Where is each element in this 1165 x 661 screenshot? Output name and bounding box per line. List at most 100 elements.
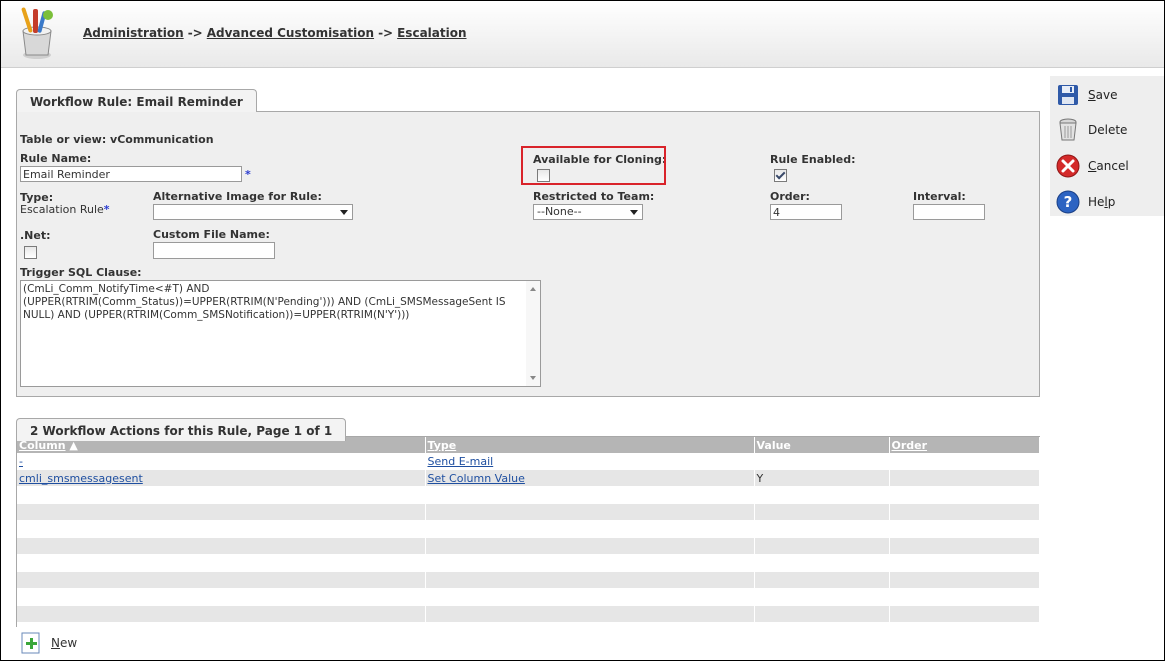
save-disk-icon bbox=[1056, 83, 1080, 107]
save-button[interactable]: Save bbox=[1056, 82, 1117, 108]
cell-column-link[interactable]: - bbox=[19, 455, 23, 468]
restricted-team-label: Restricted to Team: bbox=[533, 190, 655, 203]
app-window: Administration -> Advanced Customisation ->… bbox=[0, 0, 1165, 661]
breadcrumb-administration[interactable]: Administration bbox=[83, 26, 184, 40]
breadcrumb-advanced-customisation[interactable]: Advanced Customisation bbox=[207, 26, 374, 40]
new-plus-icon bbox=[20, 632, 42, 654]
page-header: Administration -> Advanced Customisation ->… bbox=[1, 1, 1164, 68]
cell-order bbox=[889, 520, 1040, 538]
cell-value bbox=[754, 453, 890, 470]
cell-value bbox=[754, 486, 890, 504]
cell-column bbox=[17, 520, 426, 538]
cell-value bbox=[754, 605, 890, 623]
dotnet-checkbox[interactable] bbox=[24, 246, 37, 259]
cell-value bbox=[754, 503, 890, 521]
cell-value bbox=[754, 520, 890, 538]
cell-type bbox=[425, 605, 755, 623]
custom-file-input[interactable] bbox=[153, 242, 275, 259]
help-label: Help bbox=[1088, 195, 1116, 209]
cell-order bbox=[889, 486, 1040, 504]
trigger-sql-label: Trigger SQL Clause: bbox=[20, 266, 142, 279]
cell-value bbox=[754, 588, 890, 606]
alt-image-label: Alternative Image for Rule: bbox=[153, 190, 322, 203]
cell-type-link[interactable]: Send E-mail bbox=[428, 455, 494, 468]
cell-column bbox=[17, 486, 426, 504]
toolbox-icon bbox=[11, 5, 63, 61]
cancel-label: Cancel bbox=[1088, 159, 1129, 173]
breadcrumb-separator: -> bbox=[378, 26, 394, 40]
order-label: Order: bbox=[770, 190, 810, 203]
cancel-button[interactable]: Cancel bbox=[1056, 153, 1129, 179]
cell-type-link[interactable]: Set Column Value bbox=[428, 472, 525, 485]
cell-column-link[interactable]: cmli_smsmessagesent bbox=[19, 472, 143, 485]
delete-label: Delete bbox=[1088, 123, 1128, 137]
cell-type bbox=[425, 588, 755, 606]
order-input[interactable]: 4 bbox=[770, 204, 842, 220]
interval-label: Interval: bbox=[913, 190, 966, 203]
cell-type: Send E-mail bbox=[425, 453, 755, 470]
cell-column bbox=[17, 571, 426, 589]
table-row bbox=[17, 503, 1040, 521]
help-button[interactable]: ? Help bbox=[1056, 189, 1115, 215]
required-mark: * bbox=[103, 203, 110, 216]
interval-input[interactable] bbox=[913, 204, 985, 220]
breadcrumb-escalation[interactable]: Escalation bbox=[397, 26, 466, 40]
restricted-team-select[interactable]: --None-- bbox=[533, 204, 643, 220]
scroll-down-icon[interactable] bbox=[530, 376, 536, 380]
cell-column bbox=[17, 605, 426, 623]
cell-column bbox=[17, 537, 426, 555]
table-row bbox=[17, 486, 1040, 504]
cell-value bbox=[754, 554, 890, 572]
column-header-order[interactable]: Order bbox=[889, 437, 1040, 453]
cell-type bbox=[425, 571, 755, 589]
chevron-down-icon bbox=[340, 210, 348, 215]
highlight-box bbox=[521, 146, 666, 185]
rule-enabled-checkbox[interactable] bbox=[774, 169, 787, 182]
table-row bbox=[17, 537, 1040, 555]
table-row bbox=[17, 605, 1040, 623]
cell-order bbox=[889, 605, 1040, 623]
cell-order bbox=[889, 622, 1040, 640]
cell-column bbox=[17, 622, 426, 640]
help-question-icon: ? bbox=[1056, 190, 1080, 214]
dotnet-label: .Net: bbox=[20, 229, 51, 242]
cell-type bbox=[425, 486, 755, 504]
save-label: Save bbox=[1088, 88, 1118, 102]
cell-value bbox=[754, 537, 890, 555]
column-header-type[interactable]: Type bbox=[425, 437, 755, 453]
type-value: Escalation Rule* bbox=[20, 203, 110, 216]
breadcrumb-separator: -> bbox=[187, 26, 203, 40]
cell-order bbox=[889, 537, 1040, 555]
new-label: New bbox=[51, 636, 78, 650]
cell-value: Y bbox=[754, 469, 890, 487]
cell-value bbox=[754, 622, 890, 640]
rule-name-input[interactable]: Email Reminder bbox=[20, 166, 242, 182]
scroll-up-icon[interactable] bbox=[530, 287, 536, 291]
cell-type bbox=[425, 503, 755, 521]
table-row bbox=[17, 554, 1040, 572]
cell-column bbox=[17, 503, 426, 521]
tab-workflow-actions: 2 Workflow Actions for this Rule, Page 1… bbox=[16, 418, 347, 441]
table-or-view-label: Table or view: vCommunication bbox=[20, 133, 214, 146]
cell-order bbox=[889, 588, 1040, 606]
required-mark: * bbox=[245, 168, 251, 181]
alt-image-select[interactable] bbox=[153, 204, 353, 220]
new-action-button[interactable]: New bbox=[20, 632, 77, 654]
svg-text:?: ? bbox=[1064, 193, 1073, 211]
trash-can-icon bbox=[1056, 118, 1080, 142]
table-row bbox=[17, 571, 1040, 589]
cell-order bbox=[889, 469, 1040, 487]
cell-column: cmli_smsmessagesent bbox=[17, 469, 426, 487]
table-row bbox=[17, 520, 1040, 538]
delete-button[interactable]: Delete bbox=[1056, 117, 1127, 143]
custom-file-label: Custom File Name: bbox=[153, 228, 270, 241]
breadcrumb: Administration -> Advanced Customisation ->… bbox=[83, 26, 467, 40]
cell-type: Set Column Value bbox=[425, 469, 755, 487]
textarea-scrollbar[interactable] bbox=[526, 281, 540, 386]
cell-type bbox=[425, 537, 755, 555]
trigger-sql-textarea[interactable]: (CmLi_Comm_NotifyTime<#T) AND (UPPER(RTR… bbox=[20, 280, 541, 387]
chevron-down-icon bbox=[630, 210, 638, 215]
cell-order bbox=[889, 453, 1040, 470]
actions-table: Column ▲ Type Value Order - Send E-mail cm… bbox=[17, 437, 1040, 640]
table-row bbox=[17, 588, 1040, 606]
